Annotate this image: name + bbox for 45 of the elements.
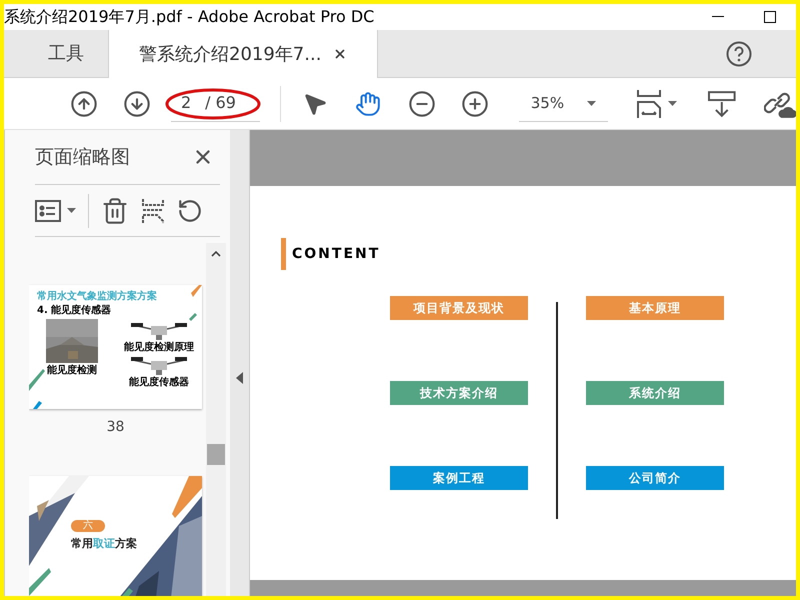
- help-icon[interactable]: [726, 40, 752, 66]
- rotate-icon[interactable]: [177, 198, 203, 224]
- collapse-panel-icon[interactable]: [236, 372, 243, 384]
- scrollbar-thumb[interactable]: [207, 444, 225, 465]
- caret-icon: [668, 101, 677, 106]
- maximize-icon[interactable]: [764, 11, 776, 23]
- slide-stripes-icon: [29, 285, 202, 409]
- scroll-up-icon[interactable]: [211, 251, 221, 257]
- contents-item: 公司简介: [586, 466, 724, 490]
- contents-item: 技术方案介绍: [390, 381, 528, 405]
- slide-title: 常用取证方案: [71, 536, 137, 552]
- panel-title: 页面缩略图: [35, 144, 130, 170]
- hand-icon: [355, 90, 382, 116]
- delete-icon[interactable]: [101, 196, 129, 224]
- page-number-label: 38: [106, 418, 124, 437]
- contents-item: 案例工程: [390, 466, 528, 490]
- photo-caption: 能见度检测: [47, 365, 97, 376]
- minimize-icon[interactable]: [712, 16, 724, 18]
- sensor-caption: 能见度传感器: [129, 377, 189, 388]
- tab[interactable]: 警系统介绍2019年7...: [108, 30, 378, 78]
- caret-icon: [586, 100, 596, 106]
- scrollbar[interactable]: [206, 243, 226, 596]
- download-icon[interactable]: [706, 90, 736, 118]
- page-thumbnail[interactable]: 六 常用取证方案: [29, 476, 202, 596]
- page-number-field[interactable]: 2: [180, 91, 192, 115]
- contents-item: 项目背景及现状: [390, 296, 528, 320]
- insert-page-icon[interactable]: [141, 196, 165, 224]
- page-thumbnail[interactable]: 常用水文气象监测方案方案 4. 能见度传感器 能见度检测 能见度检测原理 能见度传感器: [29, 285, 202, 409]
- thumbnail-options-button[interactable]: [35, 200, 76, 222]
- page-fit-icon: [636, 88, 664, 120]
- page-heading: CONTENT: [292, 244, 380, 264]
- section-badge: 六: [71, 520, 105, 532]
- page-count: / 69: [205, 92, 236, 114]
- close-icon[interactable]: [333, 47, 348, 61]
- slide-title: 常用水文气象监测方案方案: [37, 291, 158, 303]
- caret-icon: [67, 208, 76, 213]
- slide-subtitle: 4. 能见度传感器: [37, 305, 112, 317]
- contents-item: 系统介绍: [586, 381, 724, 405]
- zoom-field[interactable]: 35%: [518, 86, 608, 122]
- window-title: 系统介绍2019年7月.pdf - Adobe Acrobat Pro DC: [4, 6, 374, 28]
- drone-drawing: [129, 354, 189, 376]
- tab[interactable]: 工具: [24, 30, 108, 77]
- diagram-caption: 能见度检测原理: [124, 342, 194, 353]
- list-options-icon: [35, 200, 61, 222]
- contents-item: 基本原理: [586, 296, 724, 320]
